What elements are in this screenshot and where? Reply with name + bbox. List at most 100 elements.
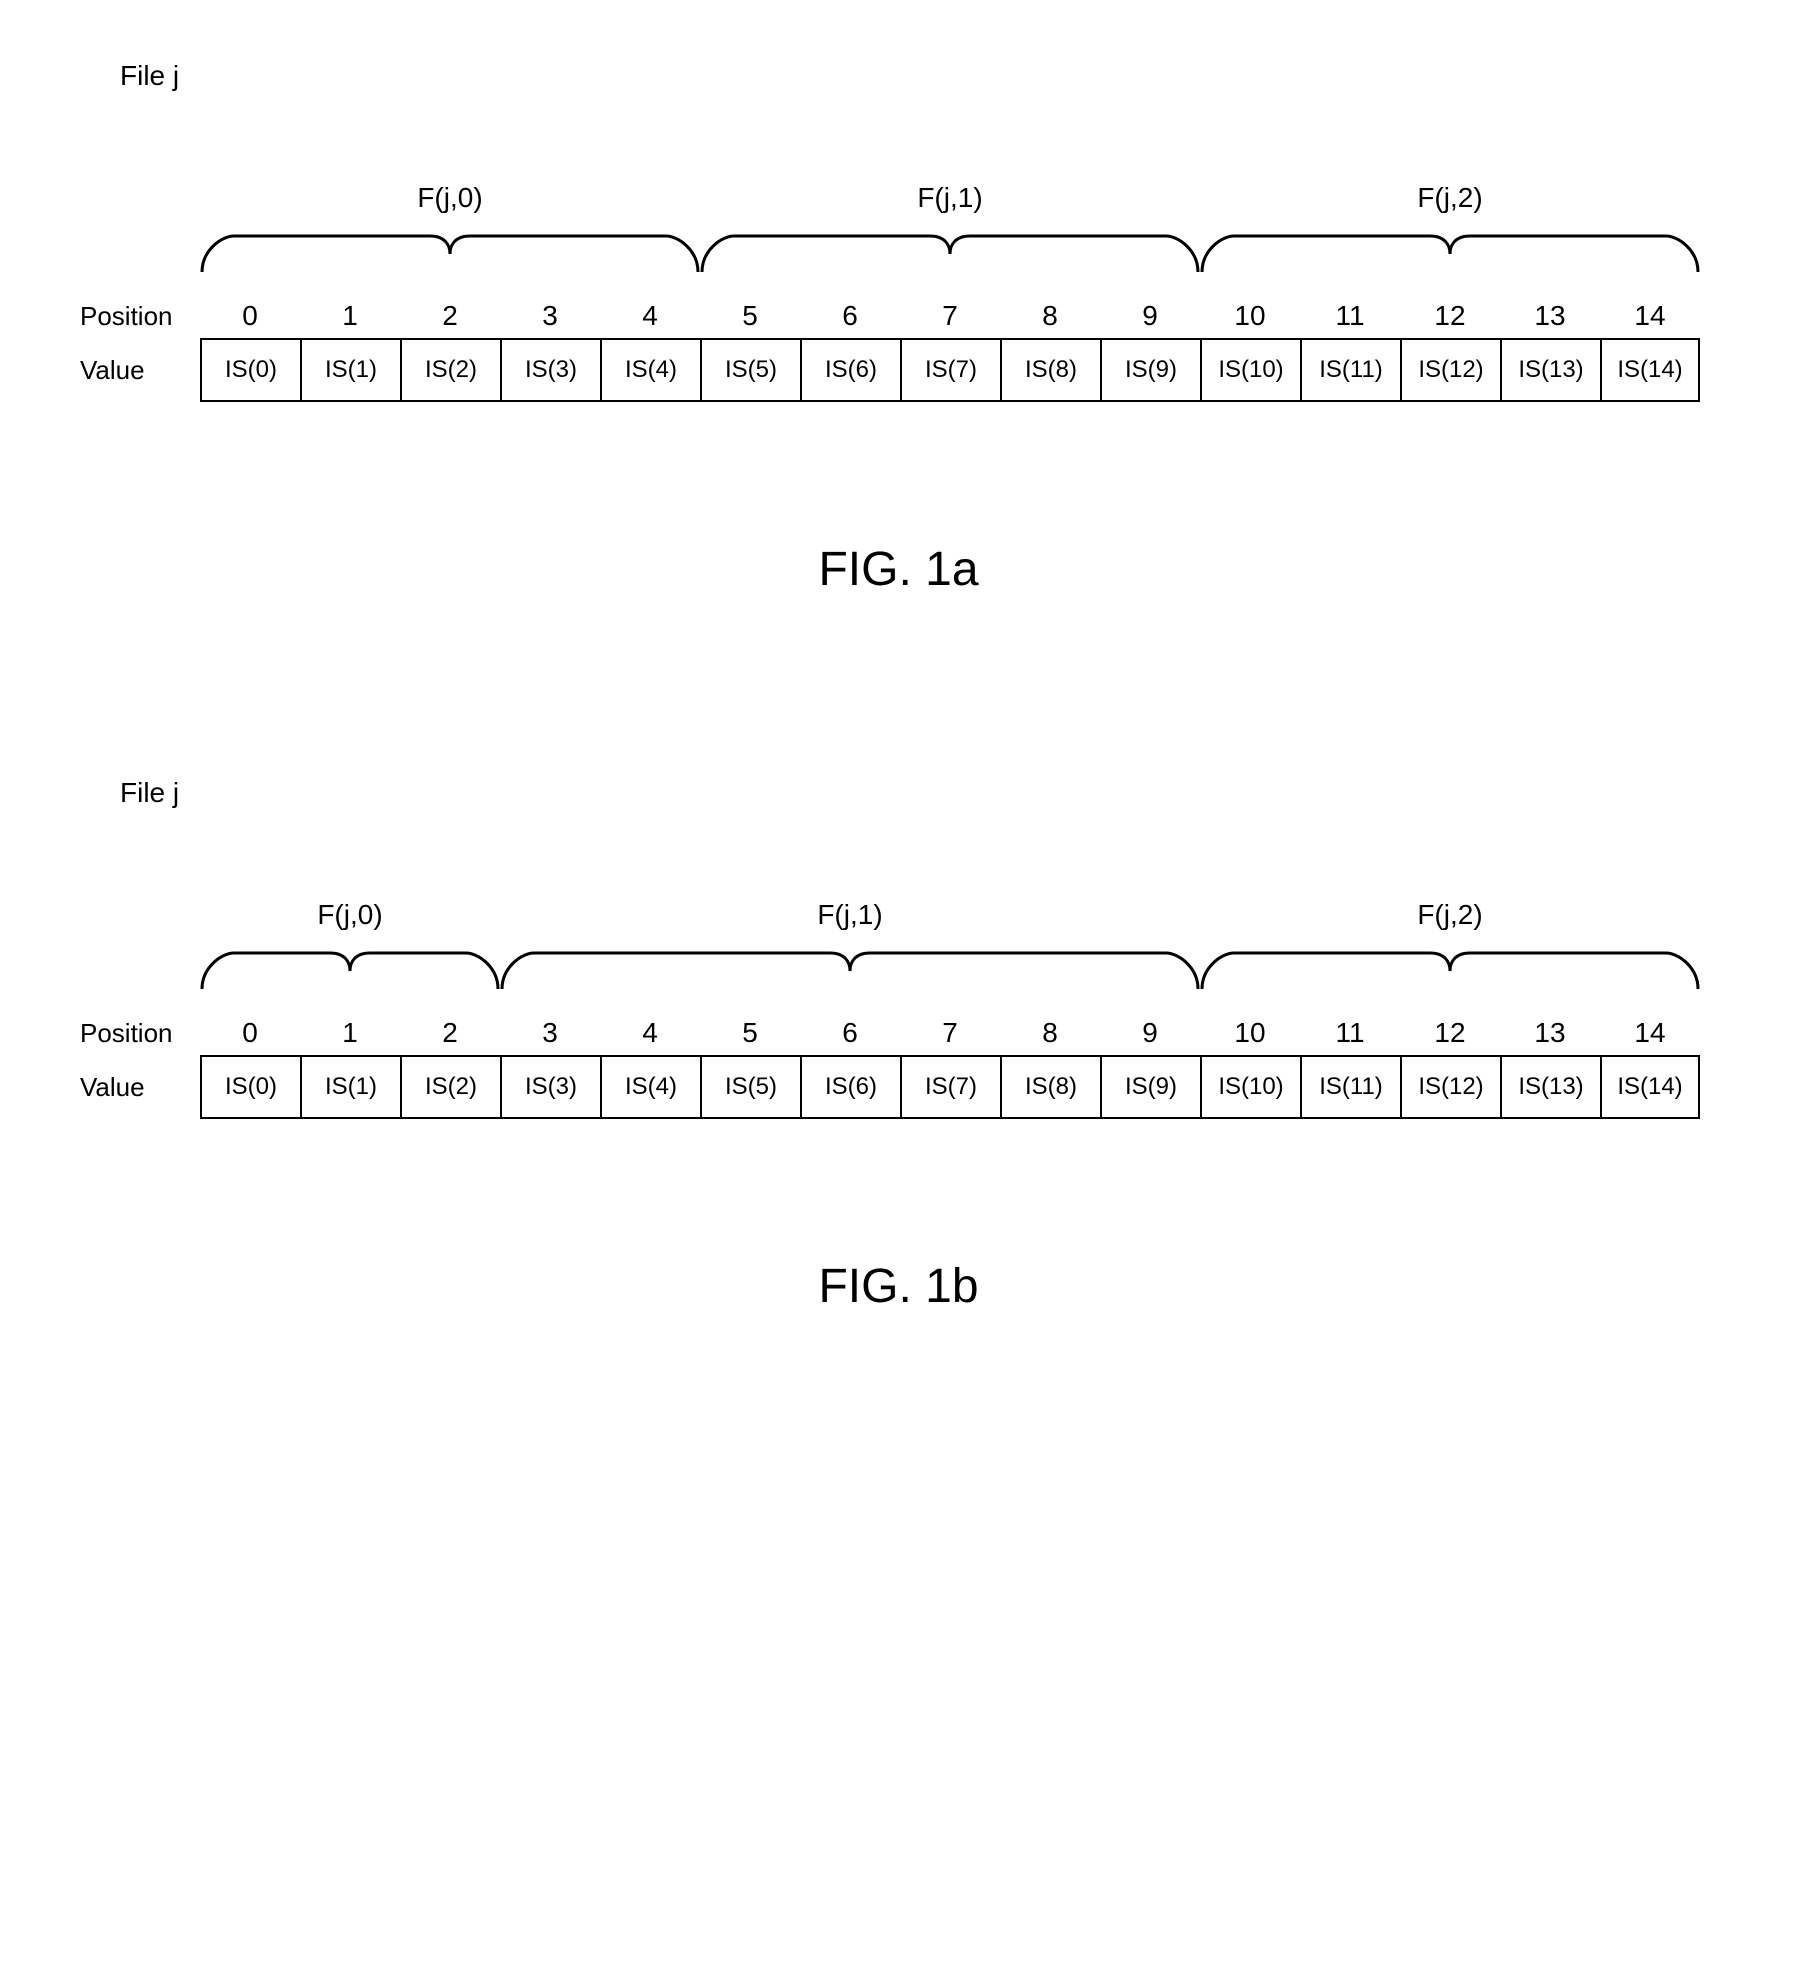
position-cell: 7 [900,300,1000,332]
diagram-wrap: F(j,0)F(j,1)F(j,2)Position01234567891011… [80,899,1717,1119]
value-cell: IS(7) [900,338,1000,402]
value-cell: IS(0) [200,1055,300,1119]
position-cell: 1 [300,300,400,332]
value-cell: IS(8) [1000,1055,1100,1119]
value-row-label: Value [80,1072,200,1103]
value-cell: IS(5) [700,338,800,402]
value-row-label: Value [80,355,200,386]
value-cell: IS(2) [400,338,500,402]
value-cell: IS(10) [1200,1055,1300,1119]
brace-label: F(j,2) [1200,899,1700,935]
value-cell: IS(1) [300,338,400,402]
value-row: ValueIS(0)IS(1)IS(2)IS(3)IS(4)IS(5)IS(6)… [80,338,1717,402]
value-cell: IS(12) [1400,338,1500,402]
brace-label: F(j,0) [200,899,500,935]
brace-group: F(j,2) [1200,182,1700,276]
figure-block: File jF(j,0)F(j,1)F(j,2)Position01234567… [80,777,1717,1314]
file-label: File j [120,777,1717,809]
value-cell: IS(6) [800,1055,900,1119]
brace-icon [200,935,500,993]
position-cell: 4 [600,300,700,332]
value-cell: IS(9) [1100,338,1200,402]
position-cell: 6 [800,1017,900,1049]
brace-group: F(j,0) [200,182,700,276]
position-cell: 4 [600,1017,700,1049]
value-cell: IS(14) [1600,1055,1700,1119]
position-cell: 11 [1300,300,1400,332]
value-cell: IS(13) [1500,338,1600,402]
value-cell: IS(1) [300,1055,400,1119]
position-cell: 8 [1000,300,1100,332]
value-cell: IS(7) [900,1055,1000,1119]
figure-block: File jF(j,0)F(j,1)F(j,2)Position01234567… [80,60,1717,597]
value-cell: IS(2) [400,1055,500,1119]
brace-label: F(j,2) [1200,182,1700,218]
position-cell: 13 [1500,300,1600,332]
value-cell: IS(11) [1300,1055,1400,1119]
position-cell: 10 [1200,300,1300,332]
brace-row: F(j,0)F(j,1)F(j,2) [200,182,1700,292]
position-cell: 5 [700,300,800,332]
value-cell: IS(11) [1300,338,1400,402]
brace-label: F(j,0) [200,182,700,218]
value-cell: IS(14) [1600,338,1700,402]
position-row: Position01234567891011121314 [80,1017,1717,1049]
position-cell: 8 [1000,1017,1100,1049]
value-cell: IS(4) [600,338,700,402]
value-cell: IS(4) [600,1055,700,1119]
position-cell: 2 [400,1017,500,1049]
position-cell: 9 [1100,300,1200,332]
file-label: File j [120,60,1717,92]
value-cell: IS(6) [800,338,900,402]
position-cell: 6 [800,300,900,332]
brace-icon [1200,935,1700,993]
value-cell: IS(12) [1400,1055,1500,1119]
position-cells: 01234567891011121314 [200,1017,1700,1049]
position-cell: 3 [500,1017,600,1049]
position-cell: 14 [1600,1017,1700,1049]
value-cell: IS(13) [1500,1055,1600,1119]
position-cell: 9 [1100,1017,1200,1049]
position-row: Position01234567891011121314 [80,300,1717,332]
figure-caption: FIG. 1a [80,542,1717,597]
value-cell: IS(8) [1000,338,1100,402]
brace-group: F(j,0) [200,899,500,993]
value-cell: IS(3) [500,1055,600,1119]
position-cell: 0 [200,1017,300,1049]
brace-group: F(j,1) [500,899,1200,993]
value-row: ValueIS(0)IS(1)IS(2)IS(3)IS(4)IS(5)IS(6)… [80,1055,1717,1119]
value-cell: IS(9) [1100,1055,1200,1119]
value-cells: IS(0)IS(1)IS(2)IS(3)IS(4)IS(5)IS(6)IS(7)… [200,1055,1700,1119]
position-cells: 01234567891011121314 [200,300,1700,332]
brace-group: F(j,2) [1200,899,1700,993]
brace-icon [200,218,700,276]
value-cell: IS(10) [1200,338,1300,402]
position-row-label: Position [80,301,200,332]
brace-row: F(j,0)F(j,1)F(j,2) [200,899,1700,1009]
position-cell: 12 [1400,1017,1500,1049]
diagram-wrap: F(j,0)F(j,1)F(j,2)Position01234567891011… [80,182,1717,402]
value-cell: IS(0) [200,338,300,402]
position-cell: 5 [700,1017,800,1049]
brace-label: F(j,1) [500,899,1200,935]
position-cell: 14 [1600,300,1700,332]
brace-icon [500,935,1200,993]
brace-label: F(j,1) [700,182,1200,218]
brace-icon [1200,218,1700,276]
brace-group: F(j,1) [700,182,1200,276]
brace-icon [700,218,1200,276]
position-cell: 2 [400,300,500,332]
value-cell: IS(5) [700,1055,800,1119]
position-cell: 7 [900,1017,1000,1049]
position-cell: 1 [300,1017,400,1049]
position-cell: 10 [1200,1017,1300,1049]
position-cell: 3 [500,300,600,332]
figure-caption: FIG. 1b [80,1259,1717,1314]
value-cells: IS(0)IS(1)IS(2)IS(3)IS(4)IS(5)IS(6)IS(7)… [200,338,1700,402]
position-cell: 11 [1300,1017,1400,1049]
position-row-label: Position [80,1018,200,1049]
position-cell: 0 [200,300,300,332]
position-cell: 12 [1400,300,1500,332]
position-cell: 13 [1500,1017,1600,1049]
value-cell: IS(3) [500,338,600,402]
